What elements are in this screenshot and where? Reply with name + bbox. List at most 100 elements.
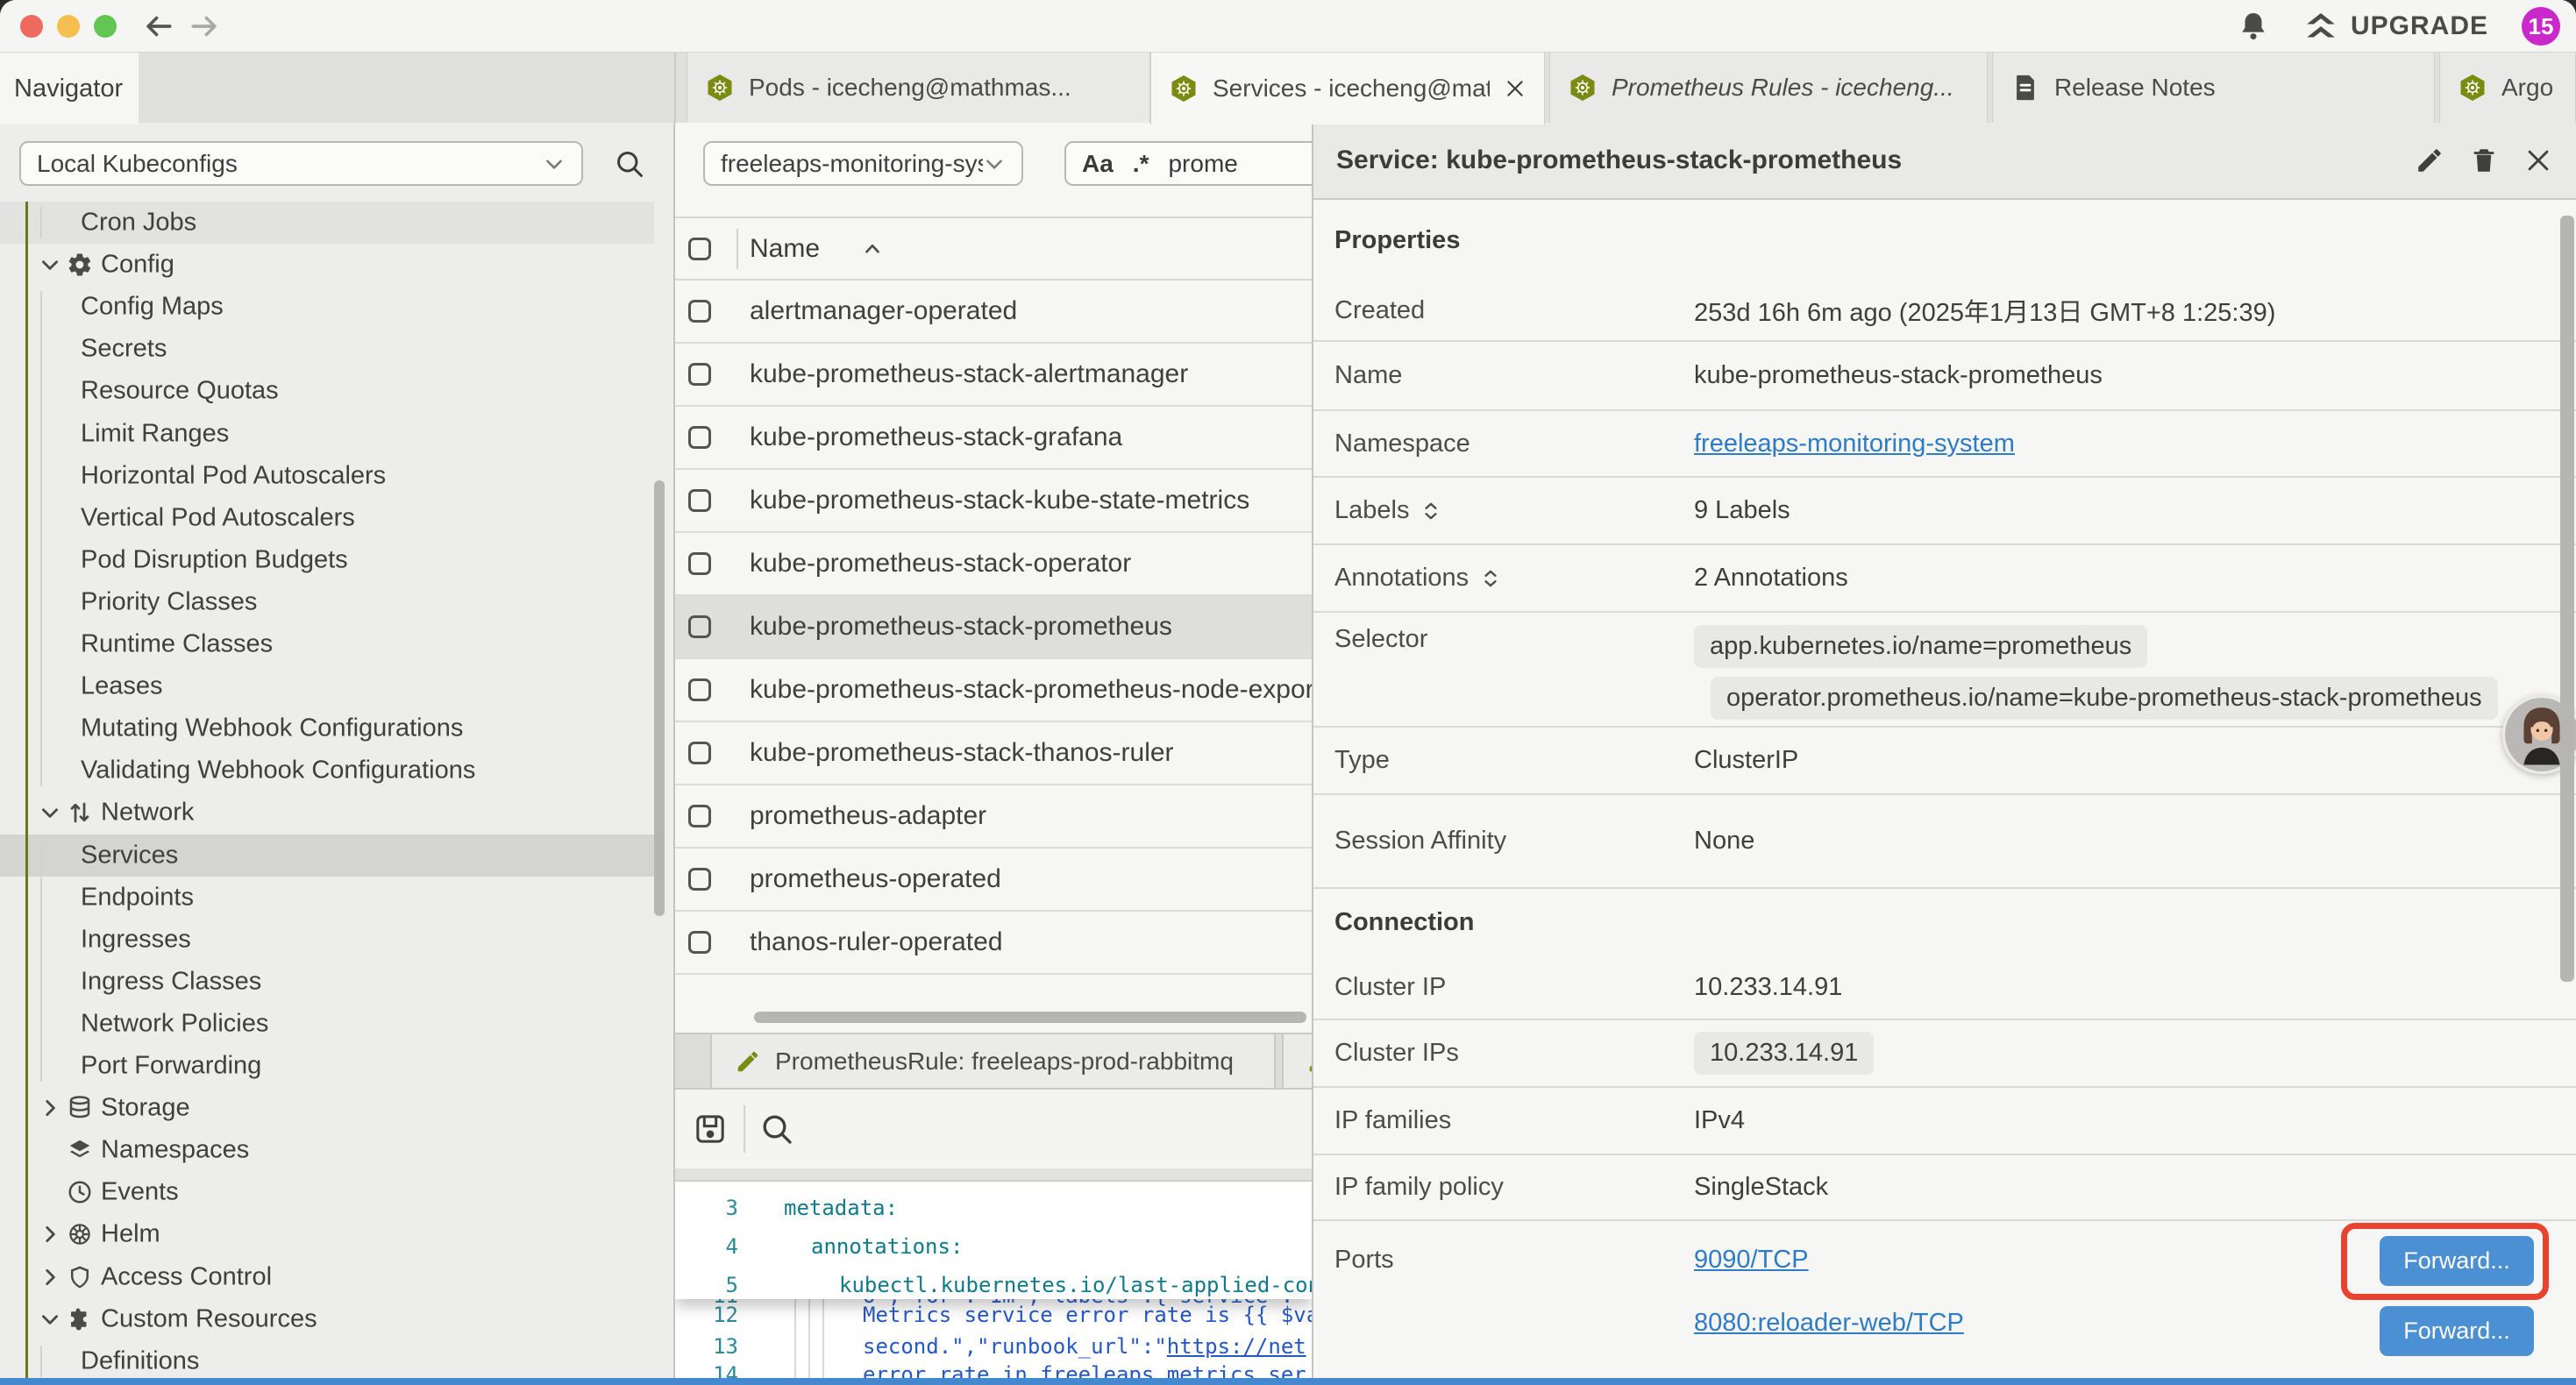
row-checkbox[interactable] [688,363,711,386]
filter-input[interactable]: Aa .* prome [1064,141,1312,186]
table-row[interactable]: kube-prometheus-stack-grafana [675,407,1312,470]
sort-toggle-icon[interactable] [1420,500,1442,522]
sidebar-item-endpoints[interactable]: Endpoints [0,877,654,919]
sidebar-item-horizontal-pod-autoscalers[interactable]: Horizontal Pod Autoscalers [0,455,654,497]
row-checkbox[interactable] [688,426,711,449]
sort-toggle-icon[interactable] [1479,567,1502,590]
editor-search-icon[interactable] [759,1112,794,1147]
row-checkbox[interactable] [688,552,711,575]
service-name: prometheus-operated [750,864,1001,894]
table-row[interactable]: kube-prometheus-stack-prometheus-node-ex… [675,659,1312,722]
table-row[interactable]: kube-prometheus-stack-kube-state-metrics [675,470,1312,533]
sidebar-item-priority-classes[interactable]: Priority Classes [0,581,654,623]
tab-argo[interactable]: Argo Se [2439,53,2576,123]
row-checkbox[interactable] [688,678,711,701]
match-case-icon[interactable]: Aa [1082,150,1114,178]
table-row[interactable]: alertmanager-operated [675,281,1312,344]
name-column-header[interactable]: Name [750,234,820,264]
sidebar-item-ingresses[interactable]: Ingresses [0,919,654,961]
editor-tab-partial[interactable] [1282,1034,1312,1088]
row-checkbox[interactable] [688,615,711,638]
forward-button[interactable]: Forward... [2380,1306,2534,1356]
sidebar-item-helm[interactable]: Helm [0,1213,654,1255]
sidebar-item-port-forwarding[interactable]: Port Forwarding [0,1045,654,1087]
service-name: kube-prometheus-stack-alertmanager [750,359,1188,389]
delete-trash-icon[interactable] [2469,146,2499,175]
row-checkbox[interactable] [688,868,711,891]
save-icon[interactable] [693,1112,728,1147]
code-segment: error rate in freeleaps metrics ser [863,1362,1306,1378]
sidebar-item-secrets[interactable]: Secrets [0,328,654,370]
horizontal-scrollbar-thumb[interactable] [754,1012,1306,1023]
notification-count-badge[interactable]: 15 [2522,7,2560,46]
sidebar-item-namespaces[interactable]: Namespaces [0,1129,654,1171]
kubeconfig-select[interactable]: Local Kubeconfigs [19,141,583,186]
table-row[interactable]: prometheus-operated [675,849,1312,912]
window-zoom-button[interactable] [94,15,117,38]
back-button[interactable] [142,10,175,43]
tab-pods[interactable]: Pods - icecheng@mathmas... [687,53,1150,123]
window-close-button[interactable] [20,15,43,38]
notifications-bell-icon[interactable] [2237,10,2270,43]
tab-prometheus[interactable]: Prometheus Rules - icecheng... [1549,53,1988,123]
namespace-select[interactable]: freeleaps-monitoring-system [703,141,1023,186]
tab-release[interactable]: Release Notes [1992,53,2435,123]
editor-tab-prometheusrule[interactable]: PrometheusRule: freeleaps-prod-rabbitmq [710,1034,1276,1088]
sidebar-item-definitions[interactable]: Definitions [0,1340,654,1378]
detail-label-text: Cluster IPs [1334,1039,1459,1068]
sidebar-item-storage[interactable]: Storage [0,1087,654,1129]
detail-row-created: Created253d 16h 6m ago (2025年1月13日 GMT+8… [1313,281,2576,342]
namespace-link[interactable]: freeleaps-monitoring-system [1694,430,2015,458]
sidebar-item-leases[interactable]: Leases [0,665,654,707]
detail-scrollbar-thumb[interactable] [2560,216,2574,982]
table-row[interactable]: kube-prometheus-stack-operator [675,533,1312,596]
sidebar-item-custom-resources[interactable]: Custom Resources [0,1298,654,1340]
sidebar-item-services[interactable]: Services [0,835,654,877]
window-minimize-button[interactable] [57,15,80,38]
yaml-editor[interactable]: 11o","for":"1m","labels":{"service":12Me… [675,1182,1312,1378]
sort-asc-icon[interactable] [861,238,884,260]
upgrade-button[interactable]: UPGRADE [2303,9,2488,44]
sidebar-item-config-maps[interactable]: Config Maps [0,286,654,328]
close-tab-icon[interactable] [1504,77,1526,100]
port-link[interactable]: 8080:reloader-web/TCP [1694,1309,1964,1338]
sidebar-item-resource-quotas[interactable]: Resource Quotas [0,370,654,412]
table-row[interactable]: prometheus-adapter [675,785,1312,849]
sidebar-item-cron-jobs[interactable]: Cron Jobs [0,202,654,244]
service-name: kube-prometheus-stack-grafana [750,423,1122,452]
sidebar-item-access-control[interactable]: Access Control [0,1256,654,1298]
row-checkbox[interactable] [688,931,711,954]
table-row[interactable]: kube-prometheus-stack-prometheus [675,596,1312,659]
sidebar-item-pod-disruption-budgets[interactable]: Pod Disruption Budgets [0,539,654,581]
sidebar-item-network[interactable]: Network [0,792,654,834]
sidebar-item-config[interactable]: Config [0,244,654,286]
regex-icon[interactable]: .* [1133,150,1149,178]
row-checkbox[interactable] [688,742,711,764]
chevron-down-icon [983,153,1006,175]
sidebar-item-events[interactable]: Events [0,1171,654,1213]
edit-pencil-icon[interactable] [2415,146,2444,175]
port-link[interactable]: 9090/TCP [1694,1246,1809,1275]
select-all-checkbox[interactable] [688,238,711,260]
sidebar-item-runtime-classes[interactable]: Runtime Classes [0,623,654,665]
table-row[interactable]: kube-prometheus-stack-alertmanager [675,344,1312,407]
table-row[interactable]: thanos-ruler-operated [675,912,1312,975]
sidebar-scrollbar-thumb[interactable] [654,480,665,916]
search-icon[interactable] [614,148,645,180]
sidebar-item-limit-ranges[interactable]: Limit Ranges [0,413,654,455]
sidebar-item-ingress-classes[interactable]: Ingress Classes [0,961,654,1003]
detail-row-labels: Labels9 Labels [1313,478,2576,545]
chevron-right-icon [39,1097,61,1119]
sidebar-item-validating-webhook-configurations[interactable]: Validating Webhook Configurations [0,749,654,792]
forward-button[interactable] [188,10,221,43]
row-checkbox[interactable] [688,805,711,827]
tab-services[interactable]: Services - icecheng@math... [1150,53,1545,124]
sidebar-item-mutating-webhook-configurations[interactable]: Mutating Webhook Configurations [0,707,654,749]
sidebar-item-network-policies[interactable]: Network Policies [0,1003,654,1045]
row-checkbox[interactable] [688,300,711,323]
sidebar-item-vertical-pod-autoscalers[interactable]: Vertical Pod Autoscalers [0,497,654,539]
close-icon[interactable] [2523,146,2553,175]
row-checkbox[interactable] [688,489,711,512]
tab-navigator[interactable]: Navigator [0,53,139,124]
table-row[interactable]: kube-prometheus-stack-thanos-ruler [675,722,1312,785]
